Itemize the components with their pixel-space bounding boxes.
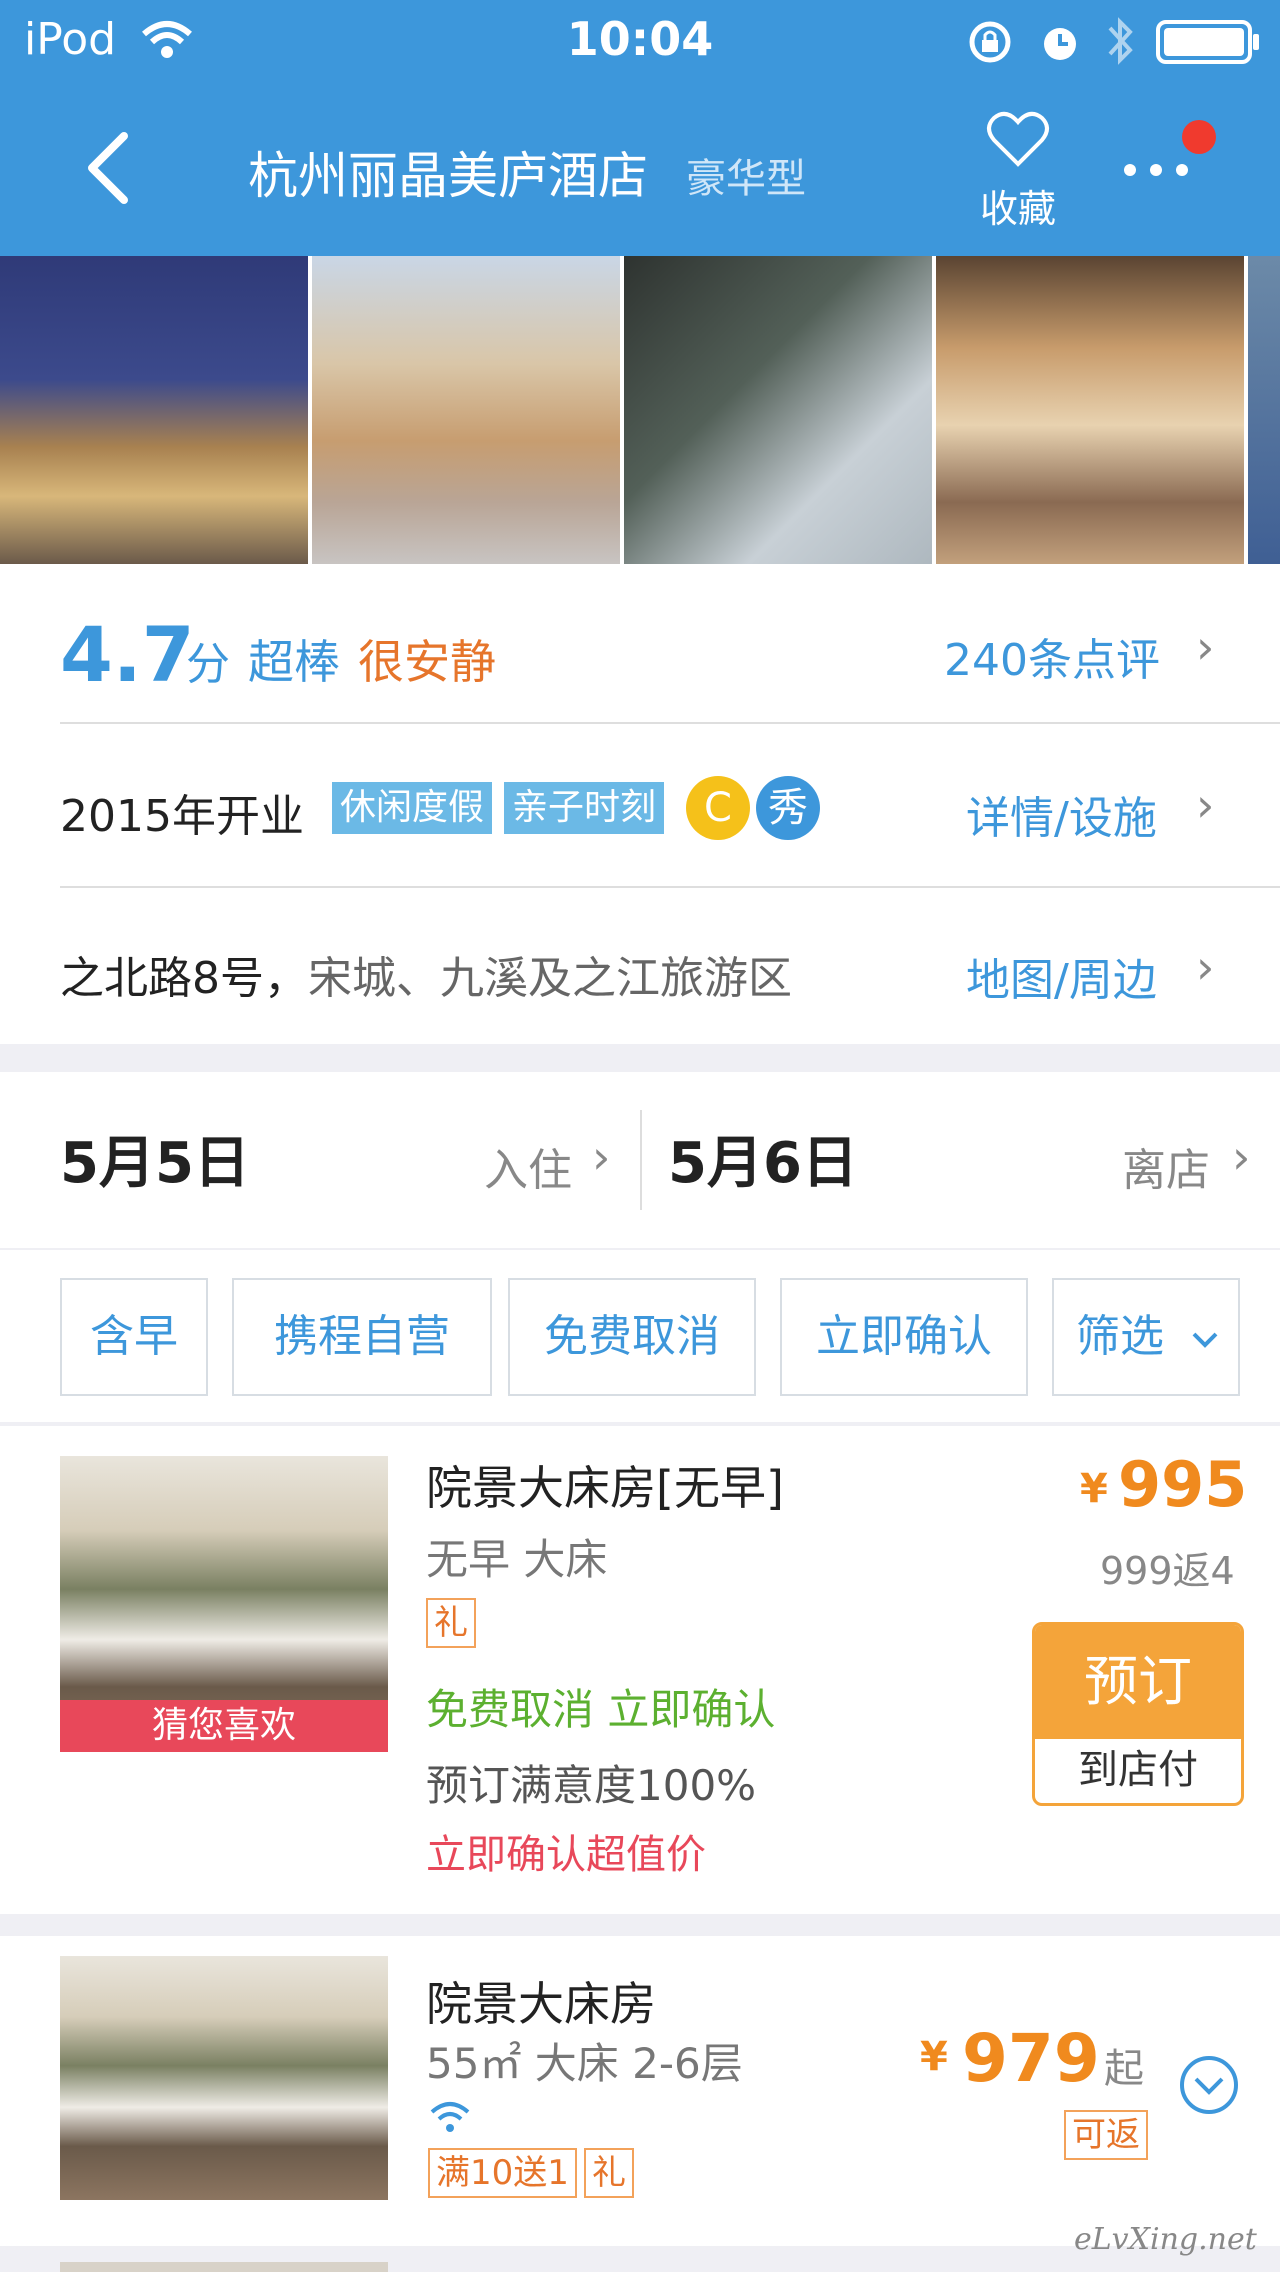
- favorite-label: 收藏: [979, 187, 1056, 231]
- hotel-exterior-night-photo[interactable]: [0, 256, 312, 564]
- filter-breakfast[interactable]: 含早: [60, 1278, 208, 1396]
- alarm-icon: [1044, 28, 1076, 60]
- gift-tag: 礼: [426, 1598, 476, 1648]
- status-bar: iPod 10:04: [0, 0, 1280, 80]
- bluetooth-icon: [1108, 17, 1133, 65]
- chevron-down-icon: [1192, 1332, 1218, 1348]
- currency-symbol: ¥: [920, 2034, 948, 2080]
- booking-satisfaction: 预订满意度100%: [426, 1761, 757, 1810]
- room-card[interactable]: 猜您喜欢 院景大床房[无早] 无早 大床 礼 免费取消 立即确认 预订满意度10…: [0, 1426, 1280, 1914]
- more-menu-button[interactable]: [1120, 150, 1230, 190]
- address-road: 之北路8号，: [60, 953, 308, 1004]
- recommend-banner: 猜您喜欢: [60, 1700, 388, 1752]
- promo-tag: 满10送1: [428, 2148, 577, 2198]
- map-nearby-link[interactable]: 地图/周边: [966, 944, 1157, 1008]
- show-badge-icon: 秀: [756, 776, 820, 840]
- filter-more-label: 筛选: [1076, 1311, 1164, 1362]
- room-photo[interactable]: [60, 1956, 388, 2200]
- filter-free-cancel[interactable]: 免费取消: [508, 1278, 756, 1396]
- room-price: 979: [962, 2020, 1100, 2097]
- filter-bar: 含早 携程自营 免费取消 立即确认 筛选: [0, 1250, 1280, 1422]
- gold-member-badge-icon: C: [686, 776, 750, 840]
- hotel-type-label: 豪华型: [686, 156, 806, 202]
- promo-text: 立即确认超值价: [426, 1832, 706, 1878]
- theme-tag-leisure: 休闲度假: [332, 782, 493, 834]
- date-selector: 5月5日 入住 › 5月6日 离店 ›: [0, 1072, 1280, 1248]
- chevron-right-icon: ›: [1196, 940, 1215, 994]
- room-card[interactable]: 院景大床房 55㎡ 大床 2-6层 满10送1 礼 ¥ 979 起 可返: [0, 1936, 1280, 2246]
- pool-photo-partial[interactable]: [1248, 256, 1280, 564]
- checkout-label: 离店: [1122, 1145, 1210, 1196]
- hotel-title: 杭州丽晶美庐酒店: [248, 147, 648, 205]
- rating-unit: 分: [186, 639, 230, 690]
- chevron-right-icon: ›: [592, 1130, 611, 1184]
- filter-instant-confirm[interactable]: 立即确认: [780, 1278, 1028, 1396]
- room-details: 无早 大床: [426, 1535, 608, 1584]
- status-time: 10:04: [566, 12, 714, 66]
- room-perks: 免费取消 立即确认: [426, 1685, 776, 1734]
- divider: [60, 722, 1280, 724]
- wifi-icon: [430, 2102, 470, 2132]
- filter-ctrip-self-operated[interactable]: 携程自营: [232, 1278, 492, 1396]
- checkin-date: 5月5日: [60, 1131, 250, 1196]
- original-price-cashback: 999返4: [1100, 1549, 1235, 1593]
- room-name: 院景大床房[无早]: [426, 1461, 784, 1515]
- currency-symbol: ¥: [1080, 1466, 1108, 1512]
- filter-more-button[interactable]: 筛选: [1052, 1278, 1240, 1396]
- more-dots-icon: [1124, 164, 1188, 176]
- heart-icon: [987, 111, 1049, 167]
- address-area: 宋城、九溪及之江旅游区: [308, 953, 792, 1004]
- hotel-exterior-day-photo[interactable]: [312, 256, 624, 564]
- checkin-selector[interactable]: 5月5日 入住 ›: [0, 1072, 640, 1248]
- chevron-right-icon: ›: [1232, 1130, 1251, 1184]
- rating-score: 4.7: [60, 610, 195, 699]
- checkout-selector[interactable]: 5月6日 离店 ›: [642, 1072, 1280, 1248]
- rating-label: 超棒: [248, 635, 340, 689]
- checkin-label: 入住: [484, 1145, 572, 1196]
- restaurant-room-photo[interactable]: [936, 256, 1248, 564]
- book-label: 预订: [1035, 1625, 1241, 1739]
- notification-dot: [1182, 120, 1216, 154]
- back-arrow-icon[interactable]: [84, 130, 132, 206]
- price-from-suffix: 起: [1104, 2046, 1144, 2092]
- gift-tag: 礼: [584, 2148, 634, 2198]
- photo-gallery[interactable]: [0, 256, 1280, 564]
- top-header: iPod 10:04 杭州丽晶美庐酒店 豪华型 收藏: [0, 0, 1280, 256]
- battery-icon: [1156, 20, 1259, 64]
- opened-year: 2015年开业: [60, 791, 304, 842]
- cashback-tag: 可返: [1064, 2110, 1148, 2160]
- chevron-right-icon: ›: [1196, 620, 1215, 674]
- details-facilities-link[interactable]: 详情/设施: [966, 782, 1157, 846]
- room-photo[interactable]: 猜您喜欢: [60, 1456, 388, 1752]
- next-room-photo-partial: [60, 2262, 388, 2272]
- chevron-right-icon: ›: [1196, 778, 1215, 832]
- reviews-link[interactable]: 240条点评: [944, 624, 1160, 688]
- hotel-address: 之北路8号，宋城、九溪及之江旅游区: [60, 942, 792, 1006]
- room-price: 995: [1118, 1448, 1248, 1521]
- room-details: 55㎡ 大床 2-6层: [426, 2039, 743, 2088]
- dining-table-photo[interactable]: [624, 256, 936, 564]
- rotation-lock-icon: [969, 21, 1011, 63]
- expand-circle-icon[interactable]: [1178, 2054, 1240, 2116]
- hotel-info-panel: 4.7 分 超棒 很安静 240条点评 › 2015年开业 休闲度假 亲子时刻 …: [0, 564, 1280, 1044]
- rating-tag: 很安静: [358, 635, 496, 689]
- checkout-date: 5月6日: [668, 1131, 858, 1196]
- room-name: 院景大床房: [426, 1977, 656, 2031]
- divider: [60, 886, 1280, 888]
- pay-at-hotel-label: 到店付: [1078, 1747, 1198, 1793]
- book-button[interactable]: 预订 到店付: [1032, 1622, 1244, 1806]
- watermark: eLvXing.net: [1074, 2222, 1257, 2257]
- theme-tag-family: 亲子时刻: [504, 782, 665, 834]
